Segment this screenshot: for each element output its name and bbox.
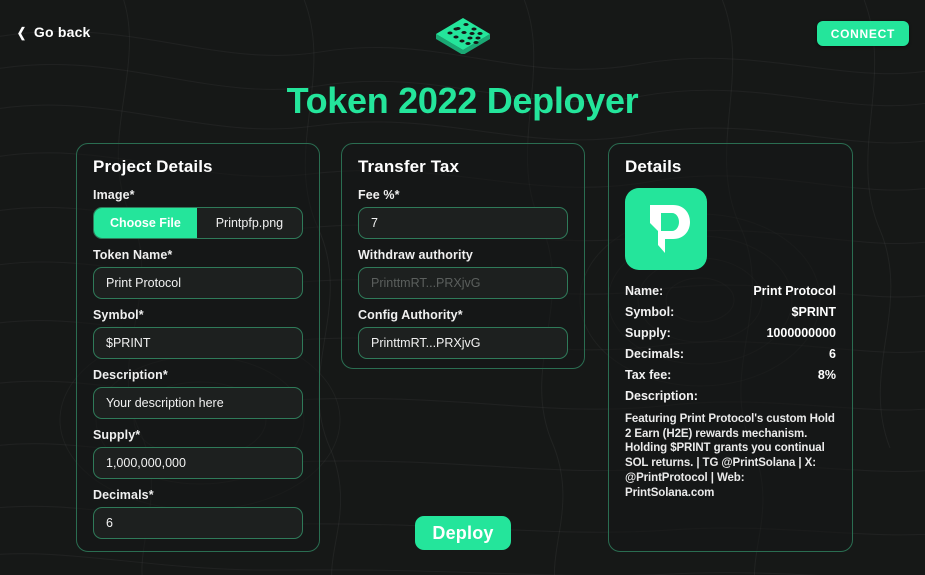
field-withdraw-authority: Withdraw authority PrinttmRT...PRXjvG [358,248,568,299]
isometric-grid-logo-icon [435,18,490,54]
token-avatar [625,188,707,270]
detail-key-symbol: Symbol: [625,305,675,319]
detail-key-tax-fee: Tax fee: [625,368,672,382]
description-input[interactable]: Your description here [93,387,303,419]
supply-input[interactable]: 1,000,000,000 [93,447,303,479]
detail-key-decimals: Decimals: [625,347,685,361]
chosen-file-name: Printpfp.png [215,216,284,230]
page-title: Token 2022 Deployer [286,80,639,121]
field-config-authority: Config Authority* PrinttmRT...PRXjvG [358,308,568,359]
project-details-title: Project Details [93,157,213,176]
field-label-config-authority: Config Authority* [358,308,463,322]
withdraw-authority-input[interactable]: PrinttmRT...PRXjvG [358,267,568,299]
detail-key-name: Name: [625,284,664,298]
config-authority-input[interactable]: PrinttmRT...PRXjvG [358,327,568,359]
detail-value-decimals: 6 [829,347,836,361]
field-label-withdraw-authority: Withdraw authority [358,248,473,262]
field-description: Description* Your description here [93,368,303,419]
field-label-symbol: Symbol* [93,308,144,322]
detail-value-description: Featuring Print Protocol's custom Hold 2… [625,413,835,499]
detail-value-supply: 1000000000 [766,326,836,340]
detail-row: Symbol: $PRINT [625,305,836,319]
detail-key-supply: Supply: [625,326,671,340]
token-name-input[interactable]: Print Protocol [93,267,303,299]
project-details-panel: Project Details Image* Choose File Print… [76,143,320,552]
field-image: Image* Choose File Printpfp.png [93,188,303,239]
symbol-input[interactable]: $PRINT [93,327,303,359]
go-back-label: Go back [33,24,91,40]
details-title: Details [625,157,682,176]
detail-row: Decimals: 6 [625,347,836,361]
field-label-description: Description* [93,368,168,382]
transfer-tax-panel: Transfer Tax Fee %* 7 Withdraw authority… [341,143,585,369]
choose-file-button[interactable]: Choose File [94,208,197,238]
detail-value-tax-fee: 8% [817,368,836,382]
field-label-decimals: Decimals* [93,488,154,502]
top-bar: ❮ Go back CONNECT [0,0,925,66]
field-fee-percent: Fee %* 7 [358,188,568,239]
detail-key-description: Description: [625,389,698,403]
detail-row: Tax fee: 8% [625,368,836,382]
transfer-tax-title: Transfer Tax [358,157,460,176]
detail-row: Supply: 1000000000 [625,326,836,340]
field-label-fee-percent: Fee %* [358,188,400,202]
field-label-token-name: Token Name* [93,248,173,262]
detail-value-symbol: $PRINT [791,305,836,319]
field-label-image: Image* [93,188,135,202]
fee-percent-input[interactable]: 7 [358,207,568,239]
field-symbol: Symbol* $PRINT [93,308,303,359]
chevron-left-icon: ❮ [16,24,27,40]
detail-row: Name: Print Protocol [625,284,836,298]
print-protocol-p-logo-icon [650,205,690,253]
field-label-supply: Supply* [93,428,141,442]
field-decimals: Decimals* 6 [93,488,303,539]
connect-wallet-button[interactable]: CONNECT [816,21,909,46]
field-token-name: Token Name* Print Protocol [93,248,303,299]
go-back-button[interactable]: ❮ Go back [16,24,91,40]
detail-value-name: Print Protocol [753,284,836,298]
image-file-row[interactable]: Choose File Printpfp.png [93,207,303,239]
deploy-button[interactable]: Deploy [415,516,511,550]
field-supply: Supply* 1,000,000,000 [93,428,303,479]
decimals-input[interactable]: 6 [93,507,303,539]
details-panel: Details Name: Print Protocol Symbol: $PR… [608,143,853,552]
